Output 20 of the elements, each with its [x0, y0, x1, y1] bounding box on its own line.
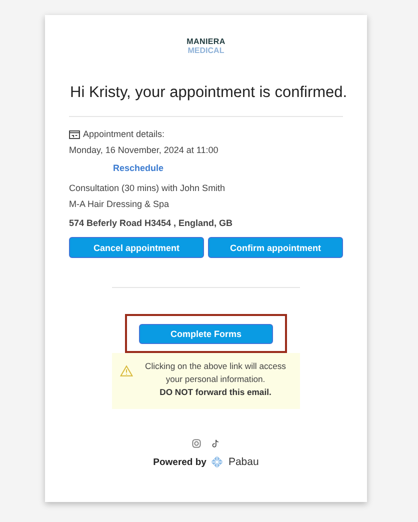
service-text: Consultation (30 mins) with John Smith [69, 183, 226, 193]
logo-subtext: MEDICAL [188, 46, 224, 55]
reschedule-link[interactable]: Reschedule [113, 163, 164, 173]
complete-forms-button[interactable]: Complete Forms [139, 324, 273, 344]
logo-text: MANIERA [186, 37, 226, 46]
action-button[interactable]: Cancel appointment [69, 237, 204, 258]
warning-icon [120, 365, 133, 377]
calendar-icon [69, 130, 80, 138]
camera-icon[interactable] [192, 439, 201, 448]
address-text: 574 Beferly Road H3454 , England, GB [69, 218, 234, 228]
details-label: Appointment details: [83, 129, 165, 139]
warning-text: Clicking on the above link will access your personal information. [144, 360, 287, 386]
diamond-logo-icon [210, 455, 224, 469]
appointment-datetime: Monday, 16 November, 2024 at 11:00 [69, 145, 220, 155]
powered-by-text: Powered by [153, 456, 206, 468]
warning-emphasis: DO NOT forward this email. [160, 386, 272, 399]
music-note-icon[interactable] [211, 439, 220, 448]
location-text: M-A Hair Dressing & Spa [69, 199, 170, 209]
brand-name: Pabau [228, 456, 259, 468]
action-button[interactable]: Confirm appointment [208, 237, 343, 258]
